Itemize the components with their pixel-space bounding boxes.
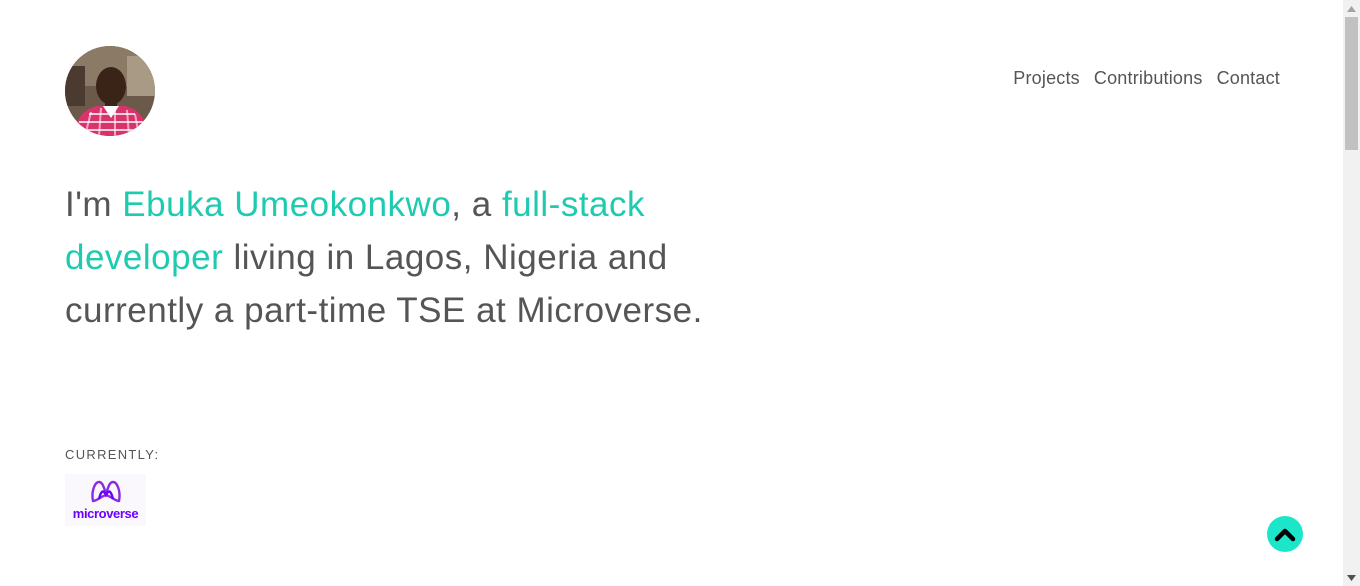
microverse-mark-icon — [90, 480, 121, 503]
hero-name: Ebuka Umeokonkwo — [122, 185, 452, 224]
scrollbar-thumb[interactable] — [1345, 17, 1358, 150]
chevron-up-icon — [1274, 528, 1296, 542]
vertical-scrollbar[interactable] — [1343, 0, 1360, 586]
main-nav: Projects Contributions Contact — [1013, 68, 1280, 89]
avatar-photo — [65, 46, 155, 136]
scroll-down-arrow-icon[interactable] — [1343, 569, 1360, 586]
microverse-logo[interactable]: microverse — [65, 474, 146, 526]
nav-projects-link[interactable]: Projects — [1013, 68, 1080, 89]
back-to-top-button[interactable] — [1267, 516, 1303, 552]
scroll-up-arrow-icon[interactable] — [1343, 0, 1360, 17]
hero-intro-prefix: I'm — [65, 185, 123, 224]
nav-contributions-link[interactable]: Contributions — [1094, 68, 1203, 89]
hero-intro: I'm Ebuka Umeokonkwo, a full-stack devel… — [65, 178, 785, 337]
currently-label: CURRENTLY: — [65, 447, 160, 462]
avatar — [65, 46, 155, 136]
hero-connector: , a — [451, 185, 502, 224]
page: Projects Contributions Contact I'm Ebuka… — [0, 0, 1343, 586]
nav-contact-link[interactable]: Contact — [1217, 68, 1280, 89]
microverse-logo-text: microverse — [72, 506, 139, 521]
